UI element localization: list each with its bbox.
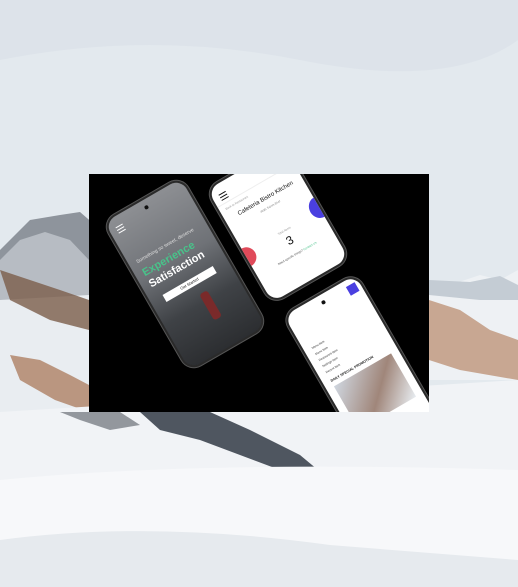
camera-icon <box>320 299 327 306</box>
contact-link-accent[interactable]: Contact Us <box>303 241 318 252</box>
menu-icon[interactable] <box>115 223 126 236</box>
camera-icon <box>143 204 150 211</box>
menu-icon[interactable] <box>218 190 229 203</box>
app-mockup-panel: Something so sweet, deserve Experience S… <box>89 174 429 412</box>
close-menu-button[interactable] <box>345 282 360 296</box>
phone-menu-screen: Menu Item Menu Item Restaurant Item Sett… <box>283 274 429 412</box>
promo-image[interactable] <box>333 353 417 412</box>
person-figure <box>199 290 223 321</box>
